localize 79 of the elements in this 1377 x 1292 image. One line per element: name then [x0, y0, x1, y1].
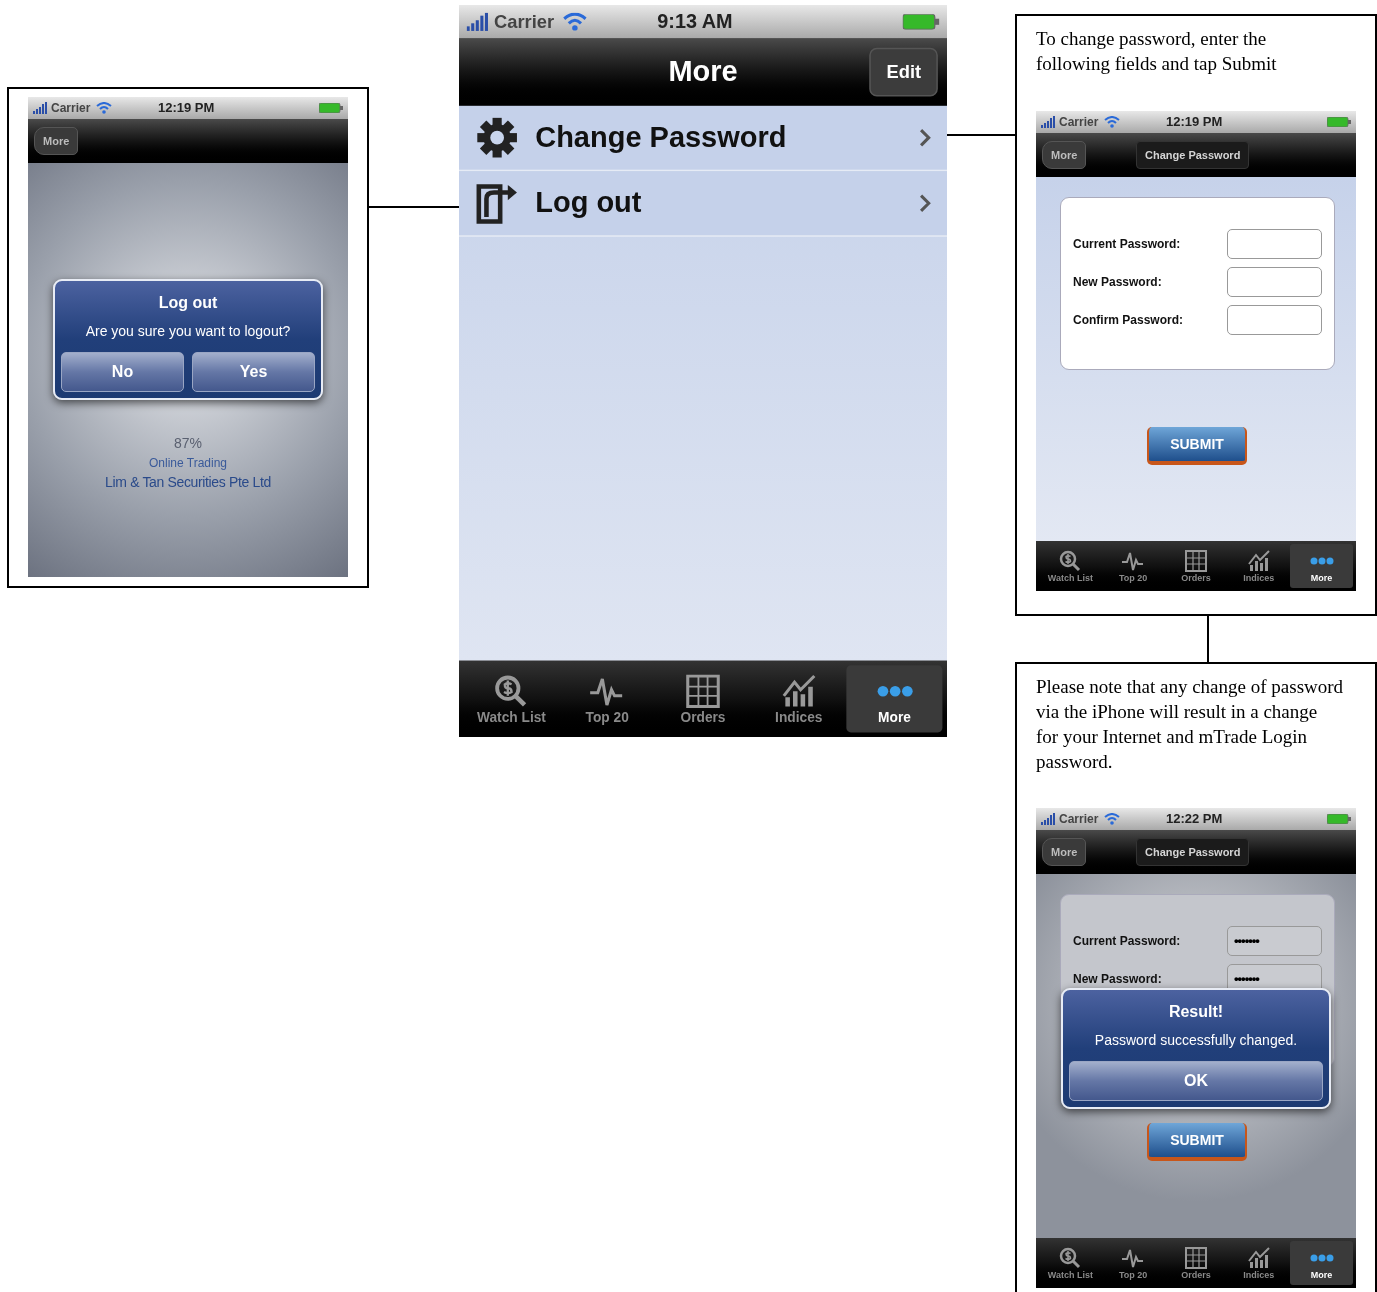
tab-item[interactable]: Indices [1227, 544, 1291, 588]
password-field[interactable] [1227, 305, 1322, 335]
tab-item[interactable]: More [1290, 544, 1353, 588]
menu-row[interactable]: Log out [459, 171, 947, 237]
back-button[interactable]: More [1042, 837, 1087, 867]
alert-button[interactable]: OK [1069, 1061, 1323, 1101]
tagline-text: Online Trading [148, 455, 227, 472]
alert-message: Are you sure you want to logout? [85, 322, 291, 341]
signal-icon [1041, 813, 1057, 825]
field-label: Current Password: [1073, 236, 1181, 253]
signal-icon [1041, 116, 1057, 128]
more-dots-icon [1309, 556, 1334, 565]
password-field[interactable] [1227, 267, 1322, 297]
chevron-icon [919, 194, 932, 213]
screen-title: Change Password [1136, 837, 1250, 867]
battery-icon [1327, 117, 1351, 127]
tab-item[interactable]: Orders [1164, 1241, 1228, 1285]
caption-text: Please note that any change of password via the iPhone will result in a change for your Internet and mTrade Login password. [1036, 675, 1344, 774]
carrier-label: Carrier [1059, 811, 1099, 828]
password-field[interactable] [1227, 229, 1322, 259]
alert-title: Log out [158, 293, 218, 313]
tab-item[interactable]: Watch List [463, 665, 560, 733]
company-name: Lim & Tan Securities Pte Ltd [105, 473, 271, 492]
time-label: 9:13 AM [657, 8, 733, 35]
edit-button[interactable]: Edit [869, 47, 938, 97]
bar-chart-icon [1246, 549, 1271, 572]
wifi-icon [563, 12, 588, 31]
tab-item[interactable]: Top 20 [559, 665, 656, 733]
wifi-icon [1104, 813, 1121, 825]
tab-item[interactable]: More [1290, 1241, 1353, 1285]
tab-item[interactable]: Top 20 [1101, 1241, 1165, 1285]
grid-icon [1184, 1246, 1208, 1269]
tab-item[interactable]: Watch List [1039, 1241, 1102, 1285]
carrier-label: Carrier [494, 10, 555, 35]
magnifier-dollar-icon [1058, 549, 1083, 572]
wifi-icon [96, 102, 113, 114]
caption-text: To change password, enter the following fields and tap Submit [1036, 27, 1278, 76]
back-button[interactable]: More [34, 126, 79, 156]
field-label: New Password: [1073, 971, 1162, 988]
screen-title: More [667, 53, 739, 89]
time-label: 12:22 PM [1166, 810, 1223, 829]
carrier-label: Carrier [1059, 114, 1099, 131]
tab-item[interactable]: Indices [750, 665, 847, 733]
tab-item[interactable]: Indices [1227, 1241, 1291, 1285]
submit-button[interactable]: SUBMIT [1147, 427, 1247, 465]
carrier-label: Carrier [51, 100, 91, 117]
battery-icon [1327, 814, 1351, 824]
alert-button[interactable]: Yes [192, 352, 315, 392]
alert-message: Password successfully changed. [1094, 1031, 1298, 1050]
tab-item[interactable]: Watch List [1039, 544, 1102, 588]
time-label: 12:19 PM [1166, 113, 1223, 132]
chevron-icon [919, 128, 932, 147]
field-label: Confirm Password: [1073, 312, 1183, 329]
battery-icon [319, 103, 343, 113]
bar-chart-icon [780, 673, 818, 708]
field-label: Current Password: [1073, 933, 1181, 950]
alert-title: Result! [1168, 1002, 1224, 1022]
tab-item[interactable]: Orders [1164, 544, 1228, 588]
tab-item[interactable]: Top 20 [1101, 544, 1165, 588]
progress-label: 87% [174, 434, 202, 453]
more-dots-icon [1309, 1253, 1334, 1262]
grid-icon [684, 673, 722, 708]
battery-icon [902, 14, 940, 30]
bar-chart-icon [1246, 1246, 1271, 1269]
alert-button[interactable]: No [61, 352, 184, 392]
tab-item[interactable]: Orders [655, 665, 751, 733]
magnifier-dollar-icon [1058, 1246, 1083, 1269]
submit-button[interactable]: SUBMIT [1147, 1123, 1247, 1161]
signal-icon [466, 12, 491, 31]
password-field[interactable]: ••••••• [1227, 926, 1322, 956]
wifi-icon [1104, 116, 1121, 128]
field-label: New Password: [1073, 274, 1162, 291]
tab-item[interactable]: More [846, 665, 943, 733]
back-button[interactable]: More [1042, 140, 1087, 170]
more-dots-icon [876, 684, 913, 697]
screen-title: Change Password [1136, 140, 1250, 170]
time-label: 12:19 PM [158, 99, 215, 118]
grid-icon [1184, 549, 1208, 572]
signal-icon [33, 102, 49, 114]
